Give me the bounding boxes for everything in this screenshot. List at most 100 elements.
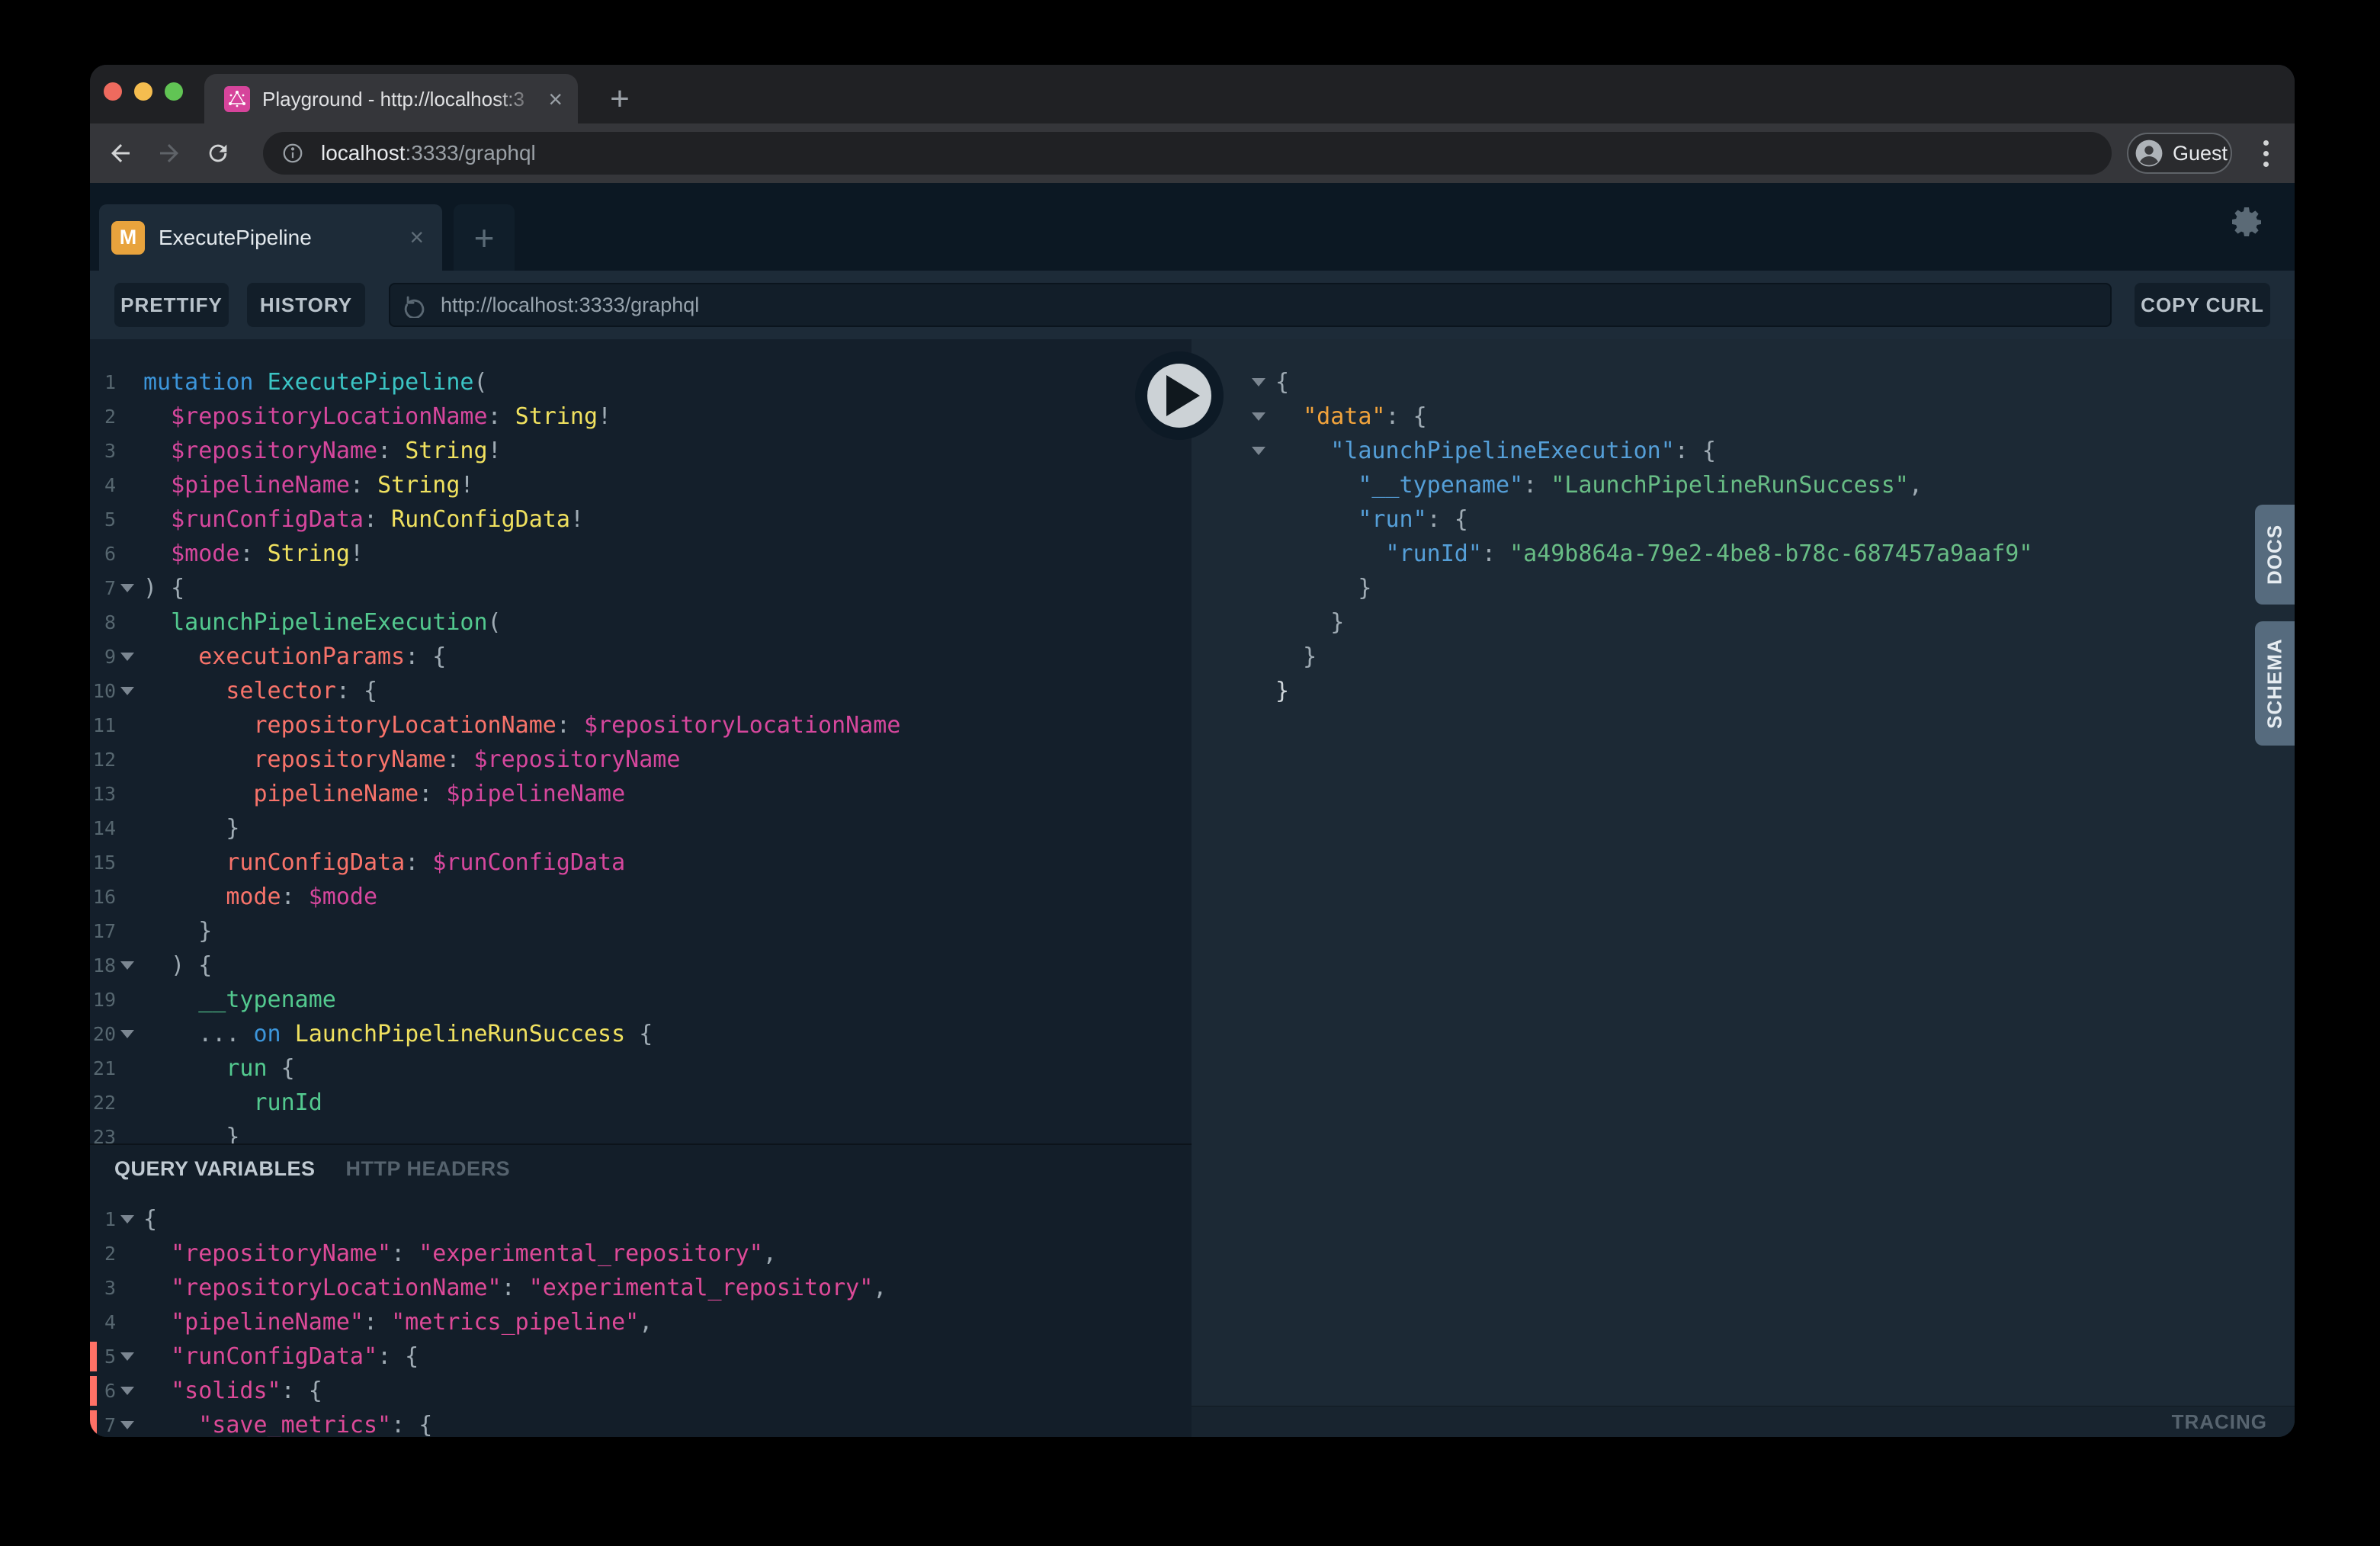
code-line: 17 } (90, 914, 1192, 948)
back-icon[interactable] (104, 136, 137, 170)
code-line: 21 run { (90, 1051, 1192, 1086)
settings-gear-icon[interactable] (2229, 204, 2266, 241)
line-number: 3 (90, 1277, 116, 1299)
line-number: 12 (90, 749, 116, 771)
fold-caret-icon[interactable] (120, 584, 134, 592)
new-tab-button[interactable]: + (593, 74, 646, 123)
zoom-window-icon[interactable] (165, 82, 183, 101)
playground-toolbar: PRETTIFY HISTORY http://localhost:3333/g… (90, 271, 2295, 339)
copy-curl-button[interactable]: COPY CURL (2135, 283, 2270, 327)
line-number: 16 (90, 886, 116, 908)
line-number: 17 (90, 920, 116, 942)
variables-editor[interactable]: 1{2 "repositoryName": "experimental_repo… (90, 1193, 1192, 1437)
tracing-panel-toggle[interactable]: TRACING (1192, 1406, 2295, 1437)
fold-caret-icon[interactable] (120, 653, 134, 661)
editor-column: 1mutation ExecutePipeline(2 $repositoryL… (90, 339, 1192, 1437)
code-line: 14 } (90, 811, 1192, 845)
line-number: 13 (90, 783, 116, 805)
url-host: localhost (321, 141, 406, 165)
code-line: 11 repositoryLocationName: $repositoryLo… (90, 708, 1192, 743)
site-info-icon[interactable] (281, 142, 304, 165)
endpoint-url: http://localhost:3333/graphql (441, 293, 699, 317)
address-bar[interactable]: localhost:3333/graphql (263, 132, 2112, 175)
endpoint-history-icon (403, 292, 428, 318)
graphql-favicon-icon (224, 86, 250, 112)
profile-label: Guest (2173, 142, 2228, 165)
fold-caret-icon[interactable] (120, 1387, 134, 1395)
new-session-button[interactable]: + (454, 204, 515, 271)
fold-caret-icon[interactable] (120, 687, 134, 695)
code-line: 3 "repositoryLocationName": "experimenta… (90, 1271, 1192, 1305)
code-line: 2 $repositoryLocationName: String! (90, 399, 1192, 434)
code-line: 15 runConfigData: $runConfigData (90, 845, 1192, 880)
line-number: 5 (90, 508, 116, 531)
lint-mark (90, 1410, 97, 1437)
variables-tab-bar: QUERY VARIABLES HTTP HEADERS (90, 1145, 1192, 1193)
code-line: 6 $mode: String! (90, 537, 1192, 571)
lint-mark (90, 1342, 97, 1371)
reload-icon[interactable] (201, 136, 235, 170)
minimize-window-icon[interactable] (134, 82, 152, 101)
profile-button[interactable]: Guest (2127, 133, 2232, 174)
fold-caret-icon[interactable] (120, 1215, 134, 1224)
close-window-icon[interactable] (104, 82, 122, 101)
line-number: 1 (90, 1208, 116, 1230)
endpoint-input[interactable]: http://localhost:3333/graphql (389, 283, 2112, 327)
response-line: "run": { (1192, 502, 2295, 537)
line-number: 23 (90, 1126, 116, 1143)
fold-caret-icon[interactable] (120, 1352, 134, 1361)
code-line: 3 $repositoryName: String! (90, 434, 1192, 468)
line-number: 22 (90, 1092, 116, 1114)
code-line: 5 $runConfigData: RunConfigData! (90, 502, 1192, 537)
fold-caret-icon[interactable] (1252, 447, 1265, 455)
response-viewer[interactable]: { "data": { "launchPipelineExecution": {… (1192, 339, 2295, 708)
query-editor[interactable]: 1mutation ExecutePipeline(2 $repositoryL… (90, 339, 1192, 1143)
line-number: 2 (90, 1243, 116, 1265)
history-button[interactable]: HISTORY (247, 283, 365, 327)
tab-query-variables[interactable]: QUERY VARIABLES (114, 1157, 316, 1181)
response-line: "launchPipelineExecution": { (1192, 434, 2295, 468)
docs-side-tab[interactable]: DOCS (2255, 505, 2295, 605)
code-line: 8 launchPipelineExecution( (90, 605, 1192, 640)
code-line: 19 __typename (90, 983, 1192, 1017)
line-number: 20 (90, 1023, 116, 1045)
browser-tab[interactable]: Playground - http://localhost:3 × (204, 74, 578, 123)
forward-icon[interactable] (152, 136, 186, 170)
response-line: } (1192, 674, 2295, 708)
response-line: } (1192, 571, 2295, 605)
code-line: 9 executionParams: { (90, 640, 1192, 674)
line-number: 9 (90, 646, 116, 668)
response-line: { (1192, 365, 2295, 399)
browser-window: Playground - http://localhost:3 × + loca… (90, 65, 2295, 1437)
line-number: 8 (90, 611, 116, 633)
browser-tab-title: Playground - http://localhost:3 (262, 84, 540, 114)
code-line: 7 "save_metrics": { (90, 1408, 1192, 1437)
response-line: "runId": "a49b864a-79e2-4be8-b78c-687457… (1192, 537, 2295, 571)
session-tab[interactable]: M ExecutePipeline × (99, 204, 442, 271)
fold-caret-icon[interactable] (1252, 412, 1265, 421)
browser-tab-strip: Playground - http://localhost:3 × + (90, 65, 2295, 123)
tab-http-headers[interactable]: HTTP HEADERS (346, 1157, 511, 1181)
fold-caret-icon[interactable] (120, 1421, 134, 1429)
line-number: 10 (90, 680, 116, 702)
session-tab-close-icon[interactable]: × (409, 223, 424, 252)
line-number: 4 (90, 1311, 116, 1333)
schema-side-tab[interactable]: SCHEMA (2255, 621, 2295, 746)
line-number: 19 (90, 989, 116, 1011)
avatar-icon (2135, 139, 2163, 168)
playground-tab-strip: M ExecutePipeline × + (90, 183, 2295, 271)
response-line: "data": { (1192, 399, 2295, 434)
line-number: 4 (90, 474, 116, 496)
lint-mark (90, 1376, 97, 1406)
browser-tab-close-icon[interactable]: × (548, 87, 563, 111)
prettify-button[interactable]: PRETTIFY (114, 283, 229, 327)
fold-caret-icon[interactable] (120, 1030, 134, 1038)
browser-menu-icon[interactable] (2257, 136, 2275, 170)
fold-caret-icon[interactable] (1252, 378, 1265, 386)
code-line: 2 "repositoryName": "experimental_reposi… (90, 1236, 1192, 1271)
mutation-badge: M (111, 221, 145, 255)
code-line: 6 "solids": { (90, 1374, 1192, 1408)
fold-caret-icon[interactable] (120, 961, 134, 970)
execute-play-button[interactable] (1135, 351, 1224, 440)
code-line: 22 runId (90, 1086, 1192, 1120)
